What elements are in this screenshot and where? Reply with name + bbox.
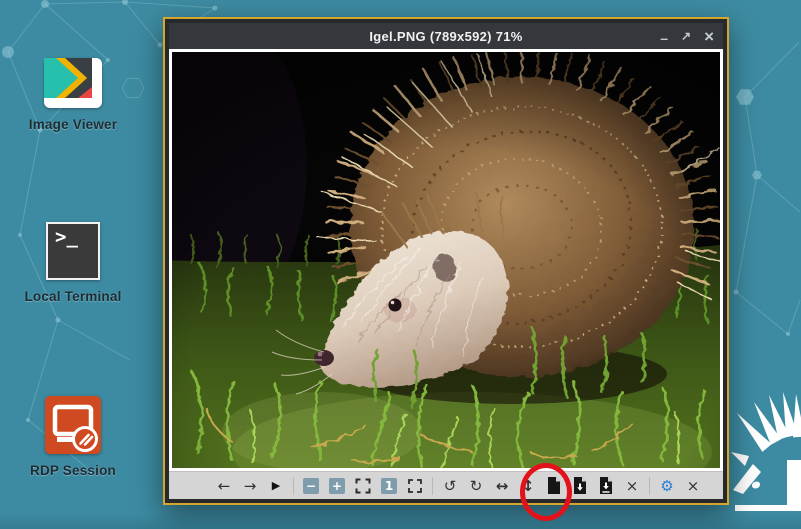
fit-to-window-icon <box>355 478 371 494</box>
desktop-icon-label: RDP Session <box>30 463 116 478</box>
zoom-out-icon: − <box>303 478 319 494</box>
toolbar-flip-horizontal[interactable]: ↔ <box>493 475 511 497</box>
toolbar-separator <box>293 477 294 495</box>
window-title: Igel.PNG (789x592) 71% <box>369 29 522 44</box>
toolbar-flip-vertical[interactable]: ↕ <box>519 475 537 497</box>
image-viewer-icon <box>44 58 102 108</box>
document-icon <box>547 477 561 494</box>
fullscreen-icon <box>407 478 423 494</box>
toolbar-delete-file[interactable]: × <box>623 475 641 497</box>
document-save-icon <box>573 477 587 494</box>
desktop-icon-rdp-session[interactable]: RDP Session <box>8 396 138 478</box>
toolbar-separator <box>649 477 650 495</box>
wallpaper-bottom-shade <box>0 513 801 529</box>
desktop: Image Viewer >_ Local Terminal RDP Sessi… <box>0 0 801 529</box>
toolbar-separator <box>432 477 433 495</box>
document-save-as-icon <box>599 477 613 494</box>
toolbar-save-file[interactable] <box>571 475 589 497</box>
toolbar-zoom-in[interactable]: + <box>328 475 346 497</box>
image-viewer-window: Igel.PNG (789x592) 71% – ↗ × <box>163 17 729 505</box>
hedgehog-photo <box>172 52 720 468</box>
toolbar-rotate-left[interactable]: ↺ <box>441 475 459 497</box>
toolbar-zoom-out[interactable]: − <box>302 475 320 497</box>
toolbar-next-image[interactable]: → <box>241 475 259 497</box>
toolbar-settings-gear-icon[interactable]: ⚙ <box>658 475 676 497</box>
toolbar-close-viewer[interactable]: × <box>684 475 702 497</box>
desktop-icon-label: Local Terminal <box>24 289 121 304</box>
toolbar-save-file-as[interactable] <box>597 475 615 497</box>
toolbar-fit-to-window[interactable] <box>354 475 372 497</box>
igel-logo <box>723 388 801 529</box>
rdp-icon <box>45 396 101 454</box>
viewer-toolbar: ← → ▶ − + 1 ↺ ↻ ↔ ↕ <box>169 471 723 499</box>
desktop-icon-image-viewer[interactable]: Image Viewer <box>8 58 138 132</box>
original-size-icon: 1 <box>381 478 397 494</box>
toolbar-slideshow-play-icon[interactable]: ▶ <box>267 475 285 497</box>
toolbar-zoom-original[interactable]: 1 <box>380 475 398 497</box>
window-controls: – ↗ × <box>660 23 714 49</box>
titlebar[interactable]: Igel.PNG (789x592) 71% – ↗ × <box>169 23 723 49</box>
toolbar-fullscreen[interactable] <box>406 475 424 497</box>
terminal-icon: >_ <box>46 222 100 280</box>
toolbar-rotate-right[interactable]: ↻ <box>467 475 485 497</box>
desktop-icon-label: Image Viewer <box>29 117 117 132</box>
maximize-icon[interactable]: ↗ <box>681 30 691 42</box>
close-icon[interactable]: × <box>704 28 714 45</box>
desktop-icon-local-terminal[interactable]: >_ Local Terminal <box>8 222 138 304</box>
toolbar-previous-image[interactable]: ← <box>215 475 233 497</box>
zoom-in-icon: + <box>329 478 345 494</box>
image-canvas[interactable] <box>169 49 723 471</box>
toolbar-new-file[interactable] <box>545 475 563 497</box>
minimize-icon[interactable]: – <box>660 31 668 45</box>
